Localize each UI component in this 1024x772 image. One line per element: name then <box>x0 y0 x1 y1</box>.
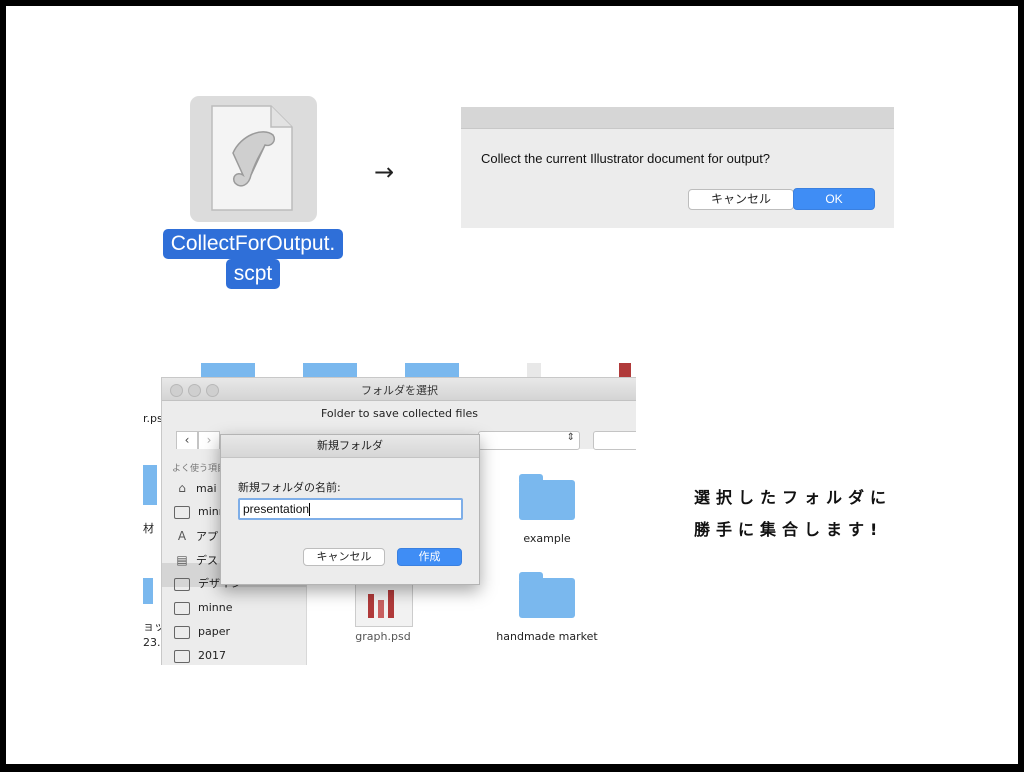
sidebar-item-minn[interactable]: minn <box>174 501 226 523</box>
right-arrow-icon: → <box>374 158 395 186</box>
file-name-line2: scpt <box>225 259 281 289</box>
sidebar-item-desktop[interactable]: ▤ デス <box>174 549 218 571</box>
popup-arrows-icon: ⇕ <box>566 432 575 443</box>
graph-psd-thumbnail[interactable] <box>355 581 413 627</box>
cut-off-text: r.ps <box>143 412 163 425</box>
applications-icon: A <box>177 529 187 543</box>
caption: 選択したフォルダに 勝手に集合します! <box>694 482 892 546</box>
finder-titlebar: フォルダを選択 <box>162 378 636 401</box>
new-folder-sheet-title: 新規フォルダ <box>221 435 479 458</box>
folder-example-icon[interactable] <box>519 474 575 520</box>
applescript-document-icon <box>211 105 293 211</box>
dialog-message: Collect the current Illustrator document… <box>481 151 771 166</box>
dialog-titlebar <box>461 107 894 129</box>
cut-off-file-icon <box>143 578 153 604</box>
sidebar-item-minne[interactable]: minne <box>174 597 232 619</box>
finder-window-title: フォルダを選択 <box>361 384 438 397</box>
home-icon: ⌂ <box>178 481 186 495</box>
cut-off-text: 材 <box>143 522 154 535</box>
sidebar-item-2017[interactable]: 2017 <box>174 645 226 665</box>
folder-icon <box>174 625 190 639</box>
file-label-example: example <box>523 532 571 545</box>
ok-button[interactable]: OK <box>793 188 875 210</box>
cancel-button[interactable]: キャンセル <box>688 189 794 210</box>
folder-icon <box>174 505 190 519</box>
cut-off-folder-icon <box>143 465 157 505</box>
folder-prompt: Folder to save collected files <box>320 407 479 420</box>
forward-button[interactable]: › <box>198 431 220 450</box>
location-popup[interactable]: ⇕ <box>478 431 580 450</box>
file-name-label[interactable]: CollectForOutput. scpt <box>156 229 350 289</box>
thumbnail-bar <box>388 590 394 618</box>
folder-name-label: 新規フォルダの名前: <box>238 481 341 494</box>
folder-name-input[interactable]: presentation <box>238 498 463 520</box>
file-label-handmade-market: handmade market <box>496 630 598 643</box>
text-caret <box>309 503 311 517</box>
folder-icon <box>174 577 190 591</box>
cut-off-text: 23. <box>143 636 161 649</box>
sidebar-item-paper[interactable]: paper <box>174 621 230 643</box>
script-file-icon[interactable] <box>190 96 317 222</box>
file-name-line1: CollectForOutput. <box>162 229 344 259</box>
sidebar-item-home[interactable]: ⌂ mai <box>174 477 216 499</box>
caption-line2: 勝手に集合します! <box>694 520 884 539</box>
folder-icon <box>174 649 190 663</box>
slide: CollectForOutput. scpt → Collect the cur… <box>6 6 1018 764</box>
sheet-cancel-button[interactable]: キャンセル <box>303 548 385 566</box>
search-input[interactable] <box>593 431 636 450</box>
folder-handmade-market-icon[interactable] <box>519 572 575 618</box>
create-button[interactable]: 作成 <box>397 548 462 566</box>
file-label-graph: graph.psd <box>355 630 411 643</box>
sidebar-heading: よく使う項目 <box>172 464 227 474</box>
back-button[interactable]: ‹ <box>176 431 198 450</box>
confirm-dialog: Collect the current Illustrator document… <box>461 107 894 228</box>
thumbnail-bar <box>378 600 384 618</box>
new-folder-sheet: 新規フォルダ 新規フォルダの名前: presentation キャンセル 作成 <box>220 434 480 585</box>
sidebar-item-applications[interactable]: A アプ <box>174 525 218 547</box>
desktop-icon: ▤ <box>176 553 188 567</box>
caption-line1: 選択したフォルダに <box>694 488 893 507</box>
thumbnail-bar <box>368 594 374 618</box>
folder-icon <box>174 601 190 615</box>
